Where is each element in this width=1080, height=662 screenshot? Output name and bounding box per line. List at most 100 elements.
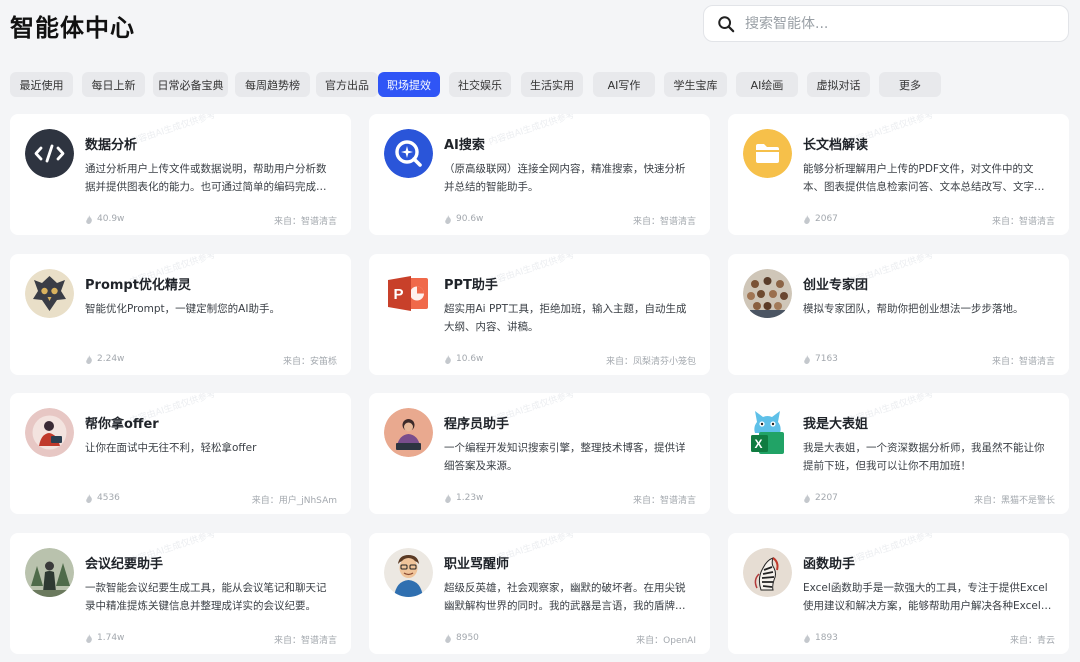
usage-count: 90.6w [444, 214, 483, 224]
agent-card[interactable]: 内容由AI生成仅供参考 数据分析 通过分析用户上传文件或数据说明，帮助用户分析数… [10, 114, 351, 235]
tab-workplace[interactable]: 职场提效 [378, 72, 440, 97]
usage-count-value: 2067 [815, 214, 838, 224]
agent-description: 一个编程开发知识搜索引擎，整理技术博客，提供详细答案及来源。 [444, 442, 686, 472]
usage-count: 7163 [803, 354, 838, 364]
agent-description: 让你在面试中无往不利，轻松拿offer [85, 442, 257, 454]
usage-count: 2.24w [85, 354, 124, 364]
agent-description: 超实用Ai PPT工具，拒绝加班，输入主题，自动生成大纲、内容、讲稿。 [444, 303, 687, 333]
agent-description: 超级反英雄，社会观察家，幽默的破坏者。在用尖锐幽默解构世界的同时。我的武器是言语… [444, 582, 686, 612]
agent-description: 智能优化Prompt，一键定制您的AI助手。 [85, 303, 280, 315]
usage-count-value: 40.9w [97, 214, 125, 224]
programmer-icon [384, 408, 433, 457]
tab-daily-new[interactable]: 每日上新 [82, 72, 145, 97]
watermark: 内容由AI生成仅供参考 [487, 254, 577, 288]
tab-daily-essentials[interactable]: 日常必备宝典 [153, 72, 228, 97]
usage-count: 2207 [803, 493, 838, 503]
tab-social[interactable]: 社交娱乐 [449, 72, 511, 97]
flame-icon [86, 354, 92, 364]
agent-source: 来自：凤梨清芬小笼包 [605, 357, 696, 367]
powerpoint-icon: P [384, 269, 433, 318]
agent-source: 来自：智谱清言 [632, 496, 696, 506]
tab-ai-drawing[interactable]: AI绘画 [736, 72, 798, 97]
folder-icon [743, 129, 792, 178]
agent-description: 模拟专家团队，帮助你把创业想法一步步落地。 [803, 303, 1024, 315]
agent-name: Prompt优化精灵 [85, 278, 191, 293]
tab-recent[interactable]: 最近使用 [10, 72, 73, 97]
agent-source: 来自：智谱清言 [273, 217, 337, 227]
usage-count-value: 8950 [456, 633, 479, 643]
agent-card[interactable]: 内容由AI生成仅供参考 程序员助手 一个编程开发知识搜索引擎，整理技术博客，提供… [369, 393, 710, 514]
flame-icon [445, 493, 451, 503]
agent-source: 来自：安笛栎 [282, 357, 337, 367]
flame-icon [445, 214, 451, 224]
flame-icon [86, 493, 92, 503]
agent-source: 来自：青云 [1009, 636, 1055, 646]
agent-card[interactable]: 内容由AI生成仅供参考 P PPT助手 超实用Ai PPT工具，拒绝加班，输入主… [369, 254, 710, 375]
agent-description: 能够分析理解用户上传的PDF文件，对文件中的文本、图表提供信息检索问答、文本总结… [803, 163, 1045, 193]
search-icon [718, 15, 735, 32]
usage-count-value: 10.6w [456, 354, 484, 364]
usage-count-value: 4536 [97, 493, 120, 503]
search-input[interactable] [745, 15, 1045, 32]
code-icon [25, 129, 74, 178]
usage-count: 1893 [803, 633, 838, 643]
agent-card[interactable]: 内容由AI生成仅供参考 函数助手 Excel函数助手是一款强大的工具，专注于提供… [728, 533, 1069, 654]
tab-virtual-chat[interactable]: 虚拟对话 [807, 72, 870, 97]
agent-source: 来自：黑猫不是警长 [973, 496, 1055, 506]
tab-student[interactable]: 学生宝库 [664, 72, 727, 97]
zebra-art-icon [743, 548, 792, 597]
agent-description: （原高级联网）连接全网内容，精准搜索，快速分析并总结的智能助手。 [444, 163, 686, 193]
agent-card[interactable]: 内容由AI生成仅供参考 会议纪要助手 一款智能会议纪要生成工具，能从会议笔记和聊… [10, 533, 351, 654]
usage-count: 1.74w [85, 633, 124, 643]
flame-icon [445, 633, 451, 643]
agent-card[interactable]: 内容由AI生成仅供参考 职业骂醒师 超级反英雄，社会观察家，幽默的破坏者。在用尖… [369, 533, 710, 654]
usage-count: 4536 [85, 493, 120, 503]
agent-source: 来自：用户_jNhSAm [251, 496, 337, 506]
flame-icon [804, 214, 810, 224]
flame-icon [445, 354, 451, 364]
flame-icon [804, 354, 810, 364]
page-title: 智能体中心 [10, 14, 135, 42]
usage-count-value: 90.6w [456, 214, 484, 224]
agent-card[interactable]: 内容由AI生成仅供参考 AI搜索 （原高级联网）连接全网内容，精准搜索，快速分析… [369, 114, 710, 235]
usage-count: 1.23w [444, 493, 483, 503]
tab-weekly-trends[interactable]: 每周趋势榜 [235, 72, 310, 97]
agent-name: 创业专家团 [803, 278, 869, 293]
usage-count: 8950 [444, 633, 479, 643]
usage-count-value: 2.24w [97, 354, 125, 364]
agent-card[interactable]: 内容由AI生成仅供参考 Prompt优化精灵 智能优化Prompt，一键定制您的… [10, 254, 351, 375]
usage-count-value: 7163 [815, 354, 838, 364]
agent-card[interactable]: 内容由AI生成仅供参考 创业专家团 模拟专家团队，帮助你把创业想法一步步落地。 … [728, 254, 1069, 375]
usage-count-value: 1893 [815, 633, 838, 643]
owl-emblem-icon [25, 269, 74, 318]
watermark: 内容由AI生成仅供参考 [846, 533, 936, 567]
excel-cat-icon: X [743, 408, 792, 457]
tab-ai-writing[interactable]: AI写作 [593, 72, 655, 97]
flame-icon [804, 493, 810, 503]
tab-lifestyle[interactable]: 生活实用 [521, 72, 583, 97]
usage-count: 10.6w [444, 354, 483, 364]
agent-description: 一款智能会议纪要生成工具，能从会议笔记和聊天记录中精准提炼关键信息并整理成详实的… [85, 582, 327, 612]
agent-card[interactable]: 内容由AI生成仅供参考 X 我是大表姐 我是大表姐，一个资深数据分析师，我虽然不… [728, 393, 1069, 514]
tab-official[interactable]: 官方出品 [316, 72, 378, 97]
agent-name: 职业骂醒师 [444, 557, 510, 572]
usage-count-value: 2207 [815, 493, 838, 503]
agent-name: PPT助手 [444, 278, 498, 293]
svg-text:X: X [755, 437, 763, 451]
agent-name: 函数助手 [803, 557, 856, 572]
agent-name: 会议纪要助手 [85, 557, 164, 572]
search-box[interactable] [703, 5, 1069, 42]
agent-source: 来自：智谱清言 [632, 217, 696, 227]
agent-name: 我是大表姐 [803, 417, 869, 432]
agent-card[interactable]: 内容由AI生成仅供参考 帮你拿offer 让你在面试中无往不利，轻松拿offer… [10, 393, 351, 514]
cartoon-man-icon [384, 548, 433, 597]
agent-source: 来自：智谱清言 [991, 357, 1055, 367]
usage-count-value: 1.74w [97, 633, 125, 643]
agent-name: AI搜索 [444, 138, 485, 153]
watermark: 内容由AI生成仅供参考 [487, 114, 577, 148]
tab-more[interactable]: 更多 [879, 72, 941, 97]
search-sparkle-icon [384, 129, 433, 178]
team-crowd-icon [743, 269, 792, 318]
agent-card[interactable]: 内容由AI生成仅供参考 长文档解读 能够分析理解用户上传的PDF文件，对文件中的… [728, 114, 1069, 235]
agent-description: Excel函数助手是一款强大的工具，专注于提供Excel使用建议和解决方案，能够… [803, 582, 1052, 612]
